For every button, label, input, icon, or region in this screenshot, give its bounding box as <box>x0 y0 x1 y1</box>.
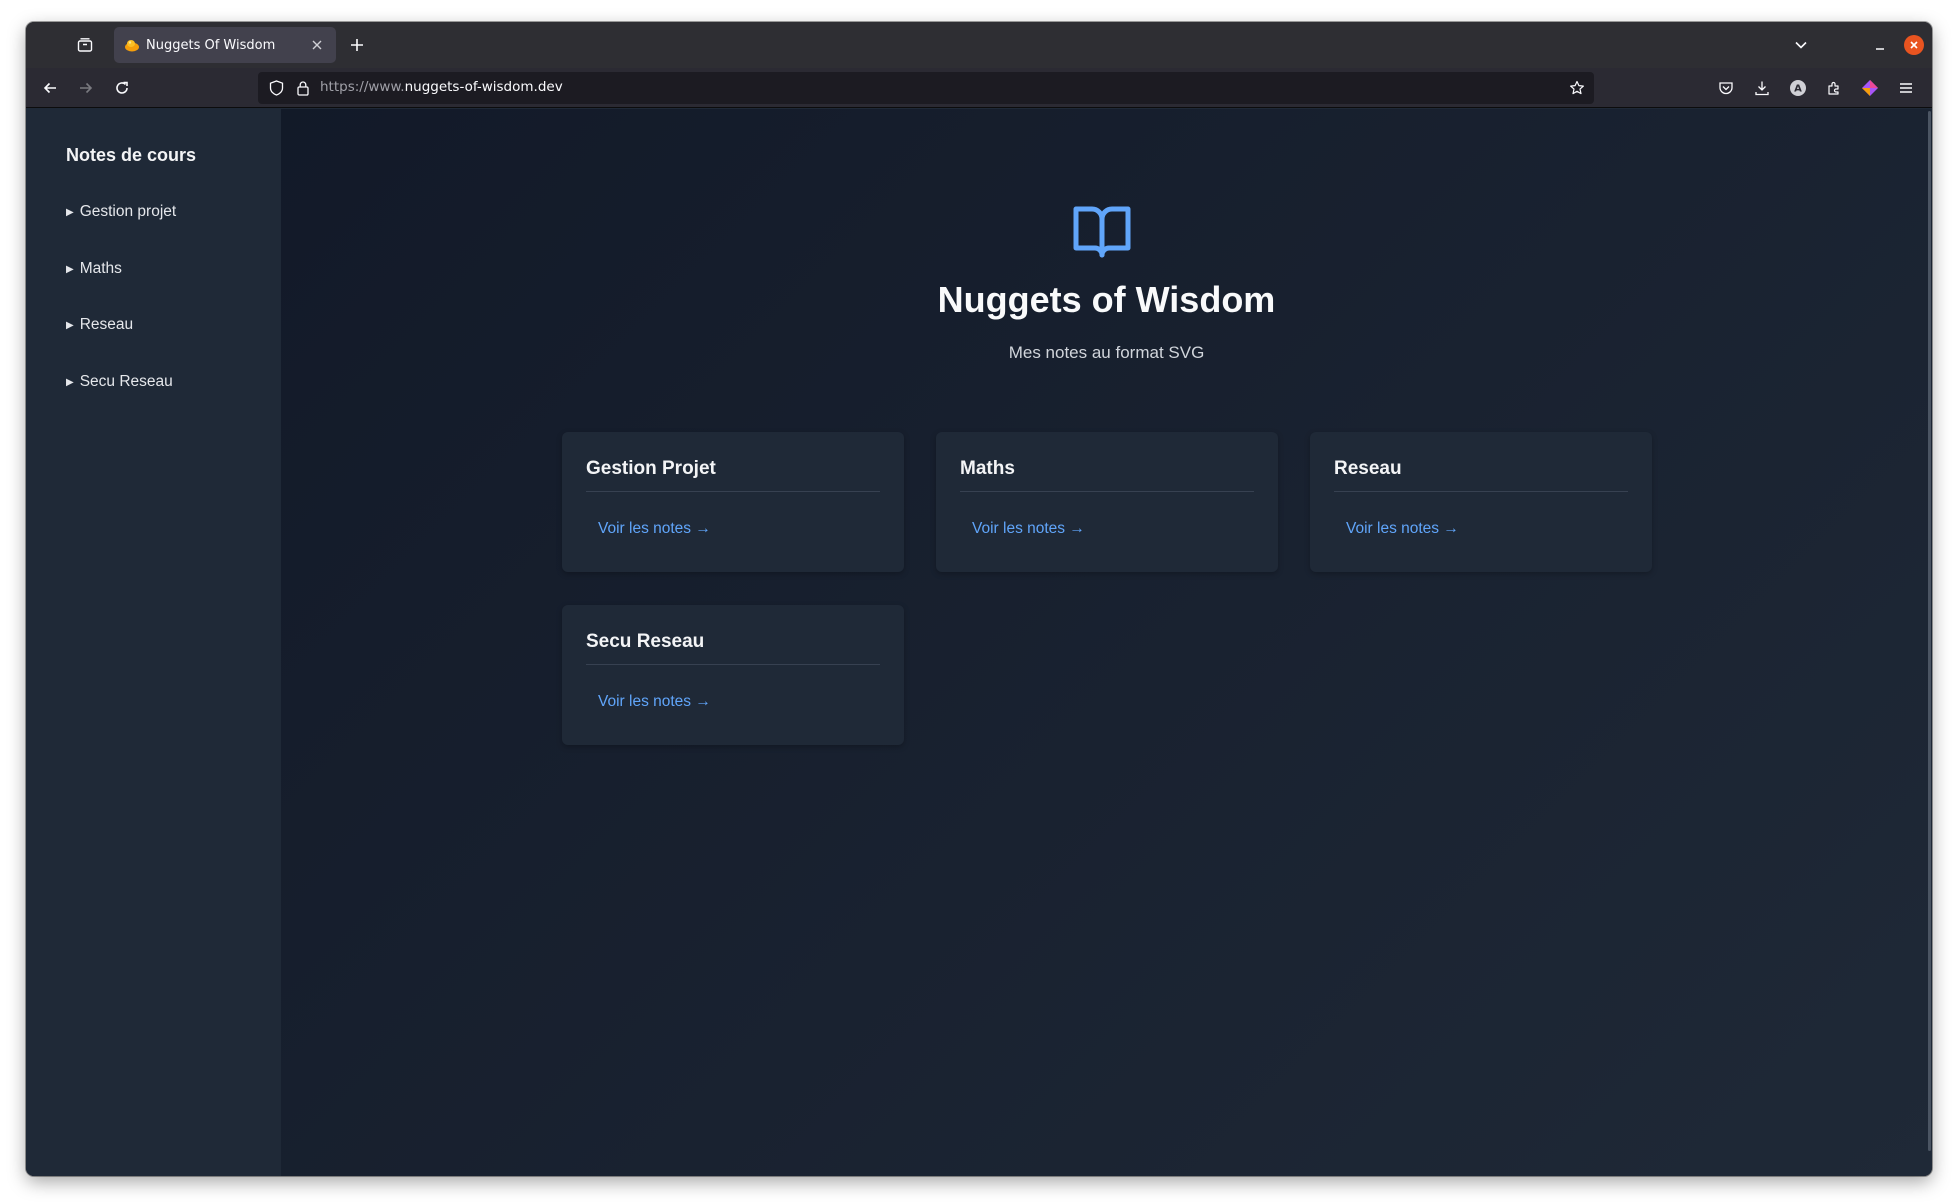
caret-right-icon: ▶ <box>66 206 74 218</box>
page-subtitle: Mes notes au format SVG <box>1008 343 1205 362</box>
page-viewport: Notes de cours ▶ Gestion projet ▶ Maths … <box>26 109 1932 1176</box>
sidebar-item-maths[interactable]: ▶ Maths <box>66 260 122 278</box>
open-book-icon <box>1072 203 1132 261</box>
sidebar-item-label: Secu Reseau <box>79 373 173 390</box>
tab-active[interactable]: Nuggets Of Wisdom <box>114 27 336 63</box>
svg-text:A: A <box>1794 84 1802 95</box>
card-divider <box>586 491 880 492</box>
card-title: Reseau <box>1334 458 1402 479</box>
back-icon[interactable] <box>38 76 62 100</box>
view-notes-link[interactable]: Voir les notes → <box>972 520 1085 538</box>
course-card-gestion-projet: Gestion Projet Voir les notes → <box>562 432 904 572</box>
sidebar-item-label: Gestion projet <box>79 203 177 220</box>
reload-icon[interactable] <box>110 76 134 100</box>
nav-bar: https://www.nuggets-of-wisdom.dev A <box>26 68 1932 108</box>
sidebar-item-reseau[interactable]: ▶ Reseau <box>66 316 133 334</box>
pocket-icon[interactable] <box>1715 77 1737 99</box>
lock-icon[interactable] <box>295 80 311 96</box>
bookmark-star-icon[interactable] <box>1568 79 1586 97</box>
sidebar-item-label: Maths <box>79 260 122 277</box>
card-divider <box>960 491 1254 492</box>
sidebar-item-secu-reseau[interactable]: ▶ Secu Reseau <box>66 373 173 391</box>
caret-right-icon: ▶ <box>66 263 74 275</box>
forward-icon[interactable] <box>74 76 98 100</box>
url-domain: nuggets-of-wisdom.dev <box>404 79 563 95</box>
tab-overview-icon[interactable] <box>74 34 96 56</box>
tab-close-icon[interactable] <box>308 36 326 54</box>
card-title: Secu Reseau <box>586 631 705 652</box>
nugget-favicon-icon <box>124 37 140 53</box>
caret-right-icon: ▶ <box>66 319 74 331</box>
card-title: Gestion Projet <box>586 458 716 479</box>
tracking-shield-icon[interactable] <box>268 80 284 96</box>
url-text[interactable]: https://www.nuggets-of-wisdom.dev <box>320 79 563 95</box>
tab-strip: Nuggets Of Wisdom <box>26 22 1932 68</box>
download-icon[interactable] <box>1751 77 1773 99</box>
chevron-down-icon[interactable] <box>1790 34 1812 56</box>
browser-window: Nuggets Of Wisdom https://www.nuggets-of… <box>26 22 1932 1176</box>
sidebar-item-label: Reseau <box>79 316 134 333</box>
page-scrollbar[interactable] <box>1928 111 1931 1151</box>
sidebar-title: Notes de cours <box>66 145 197 165</box>
caret-right-icon: ▶ <box>66 376 74 388</box>
card-title: Maths <box>960 458 1015 479</box>
minimize-icon[interactable] <box>1870 36 1890 56</box>
sidebar: Notes de cours ▶ Gestion projet ▶ Maths … <box>26 109 281 1176</box>
extension-colorful-icon[interactable] <box>1859 77 1881 99</box>
page-title: Nuggets of Wisdom <box>937 279 1276 320</box>
url-prefix: https://www. <box>320 79 405 95</box>
new-tab-icon[interactable] <box>346 34 368 56</box>
view-notes-link[interactable]: Voir les notes → <box>598 520 711 538</box>
account-icon[interactable]: A <box>1787 77 1809 99</box>
url-bar[interactable]: https://www.nuggets-of-wisdom.dev <box>258 72 1594 104</box>
view-notes-link[interactable]: Voir les notes → <box>1346 520 1459 538</box>
tab-title: Nuggets Of Wisdom <box>146 37 276 53</box>
card-divider <box>1334 491 1628 492</box>
sidebar-item-gestion-projet[interactable]: ▶ Gestion projet <box>66 203 176 221</box>
menu-hamburger-icon[interactable] <box>1895 77 1917 99</box>
window-close-icon[interactable] <box>1904 35 1924 55</box>
course-card-reseau: Reseau Voir les notes → <box>1310 432 1652 572</box>
view-notes-link[interactable]: Voir les notes → <box>598 693 711 711</box>
course-card-maths: Maths Voir les notes → <box>936 432 1278 572</box>
extensions-icon[interactable] <box>1823 77 1845 99</box>
card-divider <box>586 664 880 665</box>
course-card-secu-reseau: Secu Reseau Voir les notes → <box>562 605 904 745</box>
